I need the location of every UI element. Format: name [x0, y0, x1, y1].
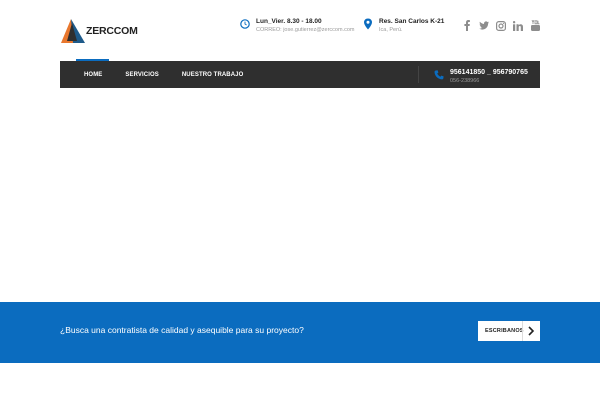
logo-mark-icon — [61, 19, 85, 43]
nav-item-home[interactable]: HOME — [84, 72, 102, 78]
hours-info: Lun_Vier. 8.30 - 18.00 CORREO: jose.guti… — [240, 17, 355, 35]
contact-button[interactable]: ESCRIBANOS — [478, 321, 540, 341]
nav-item-servicios[interactable]: SERVICIOS — [125, 72, 158, 78]
nav-divider — [418, 66, 419, 83]
phone-numbers: 956141850 _ 956790765 — [450, 69, 528, 76]
facebook-icon[interactable] — [462, 20, 472, 31]
map-pin-icon — [364, 18, 372, 30]
youtube-icon[interactable] — [530, 20, 540, 31]
phone-landline: 056-238966 — [450, 78, 480, 84]
nav-item-nuestro-trabajo[interactable]: NUESTRO TRABAJO — [182, 72, 244, 78]
chevron-right-icon — [528, 326, 535, 336]
button-separator — [522, 321, 523, 341]
address-info: Res. San Carlos K-21 Ica, Perú. — [363, 17, 444, 35]
page: ZERCCOM Lun_Vier. 8.30 - 18.00 CORREO: j… — [0, 0, 600, 400]
email-text: CORREO: jose.gutierrez@zerccom.com — [256, 27, 355, 33]
linkedin-icon[interactable] — [513, 20, 523, 31]
nav-phone: 956141850 _ 956790765 056-238966 — [434, 68, 528, 86]
contact-button-label: ESCRIBANOS — [485, 328, 524, 334]
instagram-icon[interactable] — [496, 20, 506, 31]
twitter-icon[interactable] — [479, 20, 489, 31]
logo-text: ZERCCOM — [86, 25, 138, 37]
main-nav: HOME SERVICIOS NUESTRO TRABAJO 956141850… — [60, 59, 540, 88]
phone-icon — [434, 70, 444, 80]
hours-title: Lun_Vier. 8.30 - 18.00 — [256, 18, 322, 25]
clock-icon — [240, 19, 250, 29]
cta-text: ¿Busca una contratista de calidad y aseq… — [60, 325, 304, 335]
social-links — [462, 20, 540, 31]
cta-banner: ¿Busca una contratista de calidad y aseq… — [0, 302, 600, 363]
address-title: Res. San Carlos K-21 — [379, 18, 445, 25]
logo[interactable]: ZERCCOM — [61, 19, 138, 43]
address-sub: Ica, Perú. — [379, 27, 403, 33]
nav-items: HOME SERVICIOS NUESTRO TRABAJO — [84, 61, 266, 88]
